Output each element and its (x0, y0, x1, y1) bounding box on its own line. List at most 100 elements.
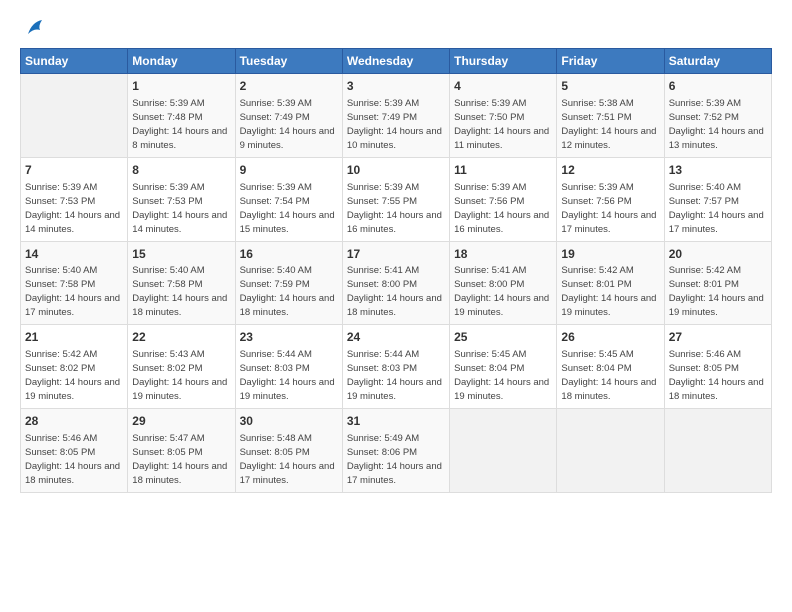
day-cell: 5 Sunrise: 5:38 AMSunset: 7:51 PMDaylight… (557, 74, 664, 158)
bird-icon (24, 16, 46, 44)
day-detail: Sunrise: 5:40 AMSunset: 7:58 PMDaylight:… (132, 265, 227, 318)
header-row: SundayMondayTuesdayWednesdayThursdayFrid… (21, 49, 772, 74)
day-cell: 9 Sunrise: 5:39 AMSunset: 7:54 PMDaylight… (235, 157, 342, 241)
day-number: 11 (454, 162, 552, 179)
day-cell: 25 Sunrise: 5:45 AMSunset: 8:04 PMDayligh… (450, 325, 557, 409)
header-cell-monday: Monday (128, 49, 235, 74)
header-cell-tuesday: Tuesday (235, 49, 342, 74)
day-detail: Sunrise: 5:40 AMSunset: 7:57 PMDaylight:… (669, 182, 764, 235)
day-number: 1 (132, 78, 230, 95)
header-cell-thursday: Thursday (450, 49, 557, 74)
day-cell: 12 Sunrise: 5:39 AMSunset: 7:56 PMDayligh… (557, 157, 664, 241)
day-cell: 13 Sunrise: 5:40 AMSunset: 7:57 PMDayligh… (664, 157, 771, 241)
header-cell-friday: Friday (557, 49, 664, 74)
day-number: 7 (25, 162, 123, 179)
day-number: 23 (240, 329, 338, 346)
day-number: 15 (132, 246, 230, 263)
day-cell: 19 Sunrise: 5:42 AMSunset: 8:01 PMDayligh… (557, 241, 664, 325)
day-number: 13 (669, 162, 767, 179)
day-detail: Sunrise: 5:43 AMSunset: 8:02 PMDaylight:… (132, 349, 227, 402)
day-cell: 14 Sunrise: 5:40 AMSunset: 7:58 PMDayligh… (21, 241, 128, 325)
day-cell: 26 Sunrise: 5:45 AMSunset: 8:04 PMDayligh… (557, 325, 664, 409)
week-row-1: 1Sunrise: 5:39 AMSunset: 7:48 PMDaylight… (21, 74, 772, 158)
day-cell: 30Sunrise: 5:48 AMSunset: 8:05 PMDayligh… (235, 409, 342, 493)
day-number: 19 (561, 246, 659, 263)
day-number: 22 (132, 329, 230, 346)
day-cell: 15 Sunrise: 5:40 AMSunset: 7:58 PMDayligh… (128, 241, 235, 325)
day-cell: 2Sunrise: 5:39 AMSunset: 7:49 PMDaylight… (235, 74, 342, 158)
day-cell: 7 Sunrise: 5:39 AMSunset: 7:53 PMDaylight… (21, 157, 128, 241)
day-detail: Sunrise: 5:39 AMSunset: 7:53 PMDaylight:… (25, 182, 120, 235)
day-cell: 20 Sunrise: 5:42 AMSunset: 8:01 PMDayligh… (664, 241, 771, 325)
day-detail: Sunrise: 5:39 AMSunset: 7:56 PMDaylight:… (561, 182, 656, 235)
day-detail: Sunrise: 5:40 AMSunset: 7:58 PMDaylight:… (25, 265, 120, 318)
day-cell: 16 Sunrise: 5:40 AMSunset: 7:59 PMDayligh… (235, 241, 342, 325)
day-detail: Sunrise: 5:42 AMSunset: 8:01 PMDaylight:… (669, 265, 764, 318)
day-number: 27 (669, 329, 767, 346)
day-number: 24 (347, 329, 445, 346)
day-detail: Sunrise: 5:40 AMSunset: 7:59 PMDaylight:… (240, 265, 335, 318)
day-detail: Sunrise: 5:45 AMSunset: 8:04 PMDaylight:… (454, 349, 549, 402)
day-detail: Sunrise: 5:39 AMSunset: 7:53 PMDaylight:… (132, 182, 227, 235)
day-detail: Sunrise: 5:42 AMSunset: 8:01 PMDaylight:… (561, 265, 656, 318)
day-detail: Sunrise: 5:49 AMSunset: 8:06 PMDaylight:… (347, 433, 442, 486)
day-number: 2 (240, 78, 338, 95)
day-number: 29 (132, 413, 230, 430)
day-number: 9 (240, 162, 338, 179)
day-cell: 8 Sunrise: 5:39 AMSunset: 7:53 PMDaylight… (128, 157, 235, 241)
day-cell: 28 Sunrise: 5:46 AMSunset: 8:05 PMDayligh… (21, 409, 128, 493)
day-cell: 23 Sunrise: 5:44 AMSunset: 8:03 PMDayligh… (235, 325, 342, 409)
day-cell: 17 Sunrise: 5:41 AMSunset: 8:00 PMDayligh… (342, 241, 449, 325)
day-cell: 3 Sunrise: 5:39 AMSunset: 7:49 PMDaylight… (342, 74, 449, 158)
day-cell: 27 Sunrise: 5:46 AMSunset: 8:05 PMDayligh… (664, 325, 771, 409)
day-number: 16 (240, 246, 338, 263)
day-number: 4 (454, 78, 552, 95)
day-number: 28 (25, 413, 123, 430)
day-number: 3 (347, 78, 445, 95)
day-detail: Sunrise: 5:41 AMSunset: 8:00 PMDaylight:… (347, 265, 442, 318)
day-cell: 29 Sunrise: 5:47 AMSunset: 8:05 PMDayligh… (128, 409, 235, 493)
day-cell: 18Sunrise: 5:41 AMSunset: 8:00 PMDayligh… (450, 241, 557, 325)
day-cell (557, 409, 664, 493)
week-row-3: 14 Sunrise: 5:40 AMSunset: 7:58 PMDayligh… (21, 241, 772, 325)
day-cell: 10 Sunrise: 5:39 AMSunset: 7:55 PMDayligh… (342, 157, 449, 241)
day-number: 8 (132, 162, 230, 179)
day-detail: Sunrise: 5:45 AMSunset: 8:04 PMDaylight:… (561, 349, 656, 402)
day-cell: 4 Sunrise: 5:39 AMSunset: 7:50 PMDaylight… (450, 74, 557, 158)
day-cell (21, 74, 128, 158)
day-cell: 6 Sunrise: 5:39 AMSunset: 7:52 PMDaylight… (664, 74, 771, 158)
day-detail: Sunrise: 5:44 AMSunset: 8:03 PMDaylight:… (240, 349, 335, 402)
day-number: 6 (669, 78, 767, 95)
day-detail: Sunrise: 5:39 AMSunset: 7:54 PMDaylight:… (240, 182, 335, 235)
day-number: 14 (25, 246, 123, 263)
day-detail: Sunrise: 5:39 AMSunset: 7:50 PMDaylight:… (454, 98, 549, 151)
header-cell-saturday: Saturday (664, 49, 771, 74)
day-cell (450, 409, 557, 493)
day-cell: 22 Sunrise: 5:43 AMSunset: 8:02 PMDayligh… (128, 325, 235, 409)
header (20, 16, 772, 44)
day-detail: Sunrise: 5:48 AMSunset: 8:05 PMDaylight:… (240, 433, 335, 486)
day-cell: 1Sunrise: 5:39 AMSunset: 7:48 PMDaylight… (128, 74, 235, 158)
day-detail: Sunrise: 5:39 AMSunset: 7:49 PMDaylight:… (347, 98, 442, 151)
day-cell: 24Sunrise: 5:44 AMSunset: 8:03 PMDayligh… (342, 325, 449, 409)
day-detail: Sunrise: 5:39 AMSunset: 7:56 PMDaylight:… (454, 182, 549, 235)
day-cell (664, 409, 771, 493)
week-row-2: 7 Sunrise: 5:39 AMSunset: 7:53 PMDaylight… (21, 157, 772, 241)
day-detail: Sunrise: 5:46 AMSunset: 8:05 PMDaylight:… (25, 433, 120, 486)
day-detail: Sunrise: 5:38 AMSunset: 7:51 PMDaylight:… (561, 98, 656, 151)
day-number: 25 (454, 329, 552, 346)
day-number: 20 (669, 246, 767, 263)
day-number: 26 (561, 329, 659, 346)
week-row-4: 21Sunrise: 5:42 AMSunset: 8:02 PMDayligh… (21, 325, 772, 409)
day-detail: Sunrise: 5:39 AMSunset: 7:52 PMDaylight:… (669, 98, 764, 151)
day-number: 10 (347, 162, 445, 179)
day-detail: Sunrise: 5:47 AMSunset: 8:05 PMDaylight:… (132, 433, 227, 486)
calendar-table: SundayMondayTuesdayWednesdayThursdayFrid… (20, 48, 772, 493)
day-detail: Sunrise: 5:41 AMSunset: 8:00 PMDaylight:… (454, 265, 549, 318)
day-detail: Sunrise: 5:39 AMSunset: 7:55 PMDaylight:… (347, 182, 442, 235)
day-number: 17 (347, 246, 445, 263)
day-detail: Sunrise: 5:46 AMSunset: 8:05 PMDaylight:… (669, 349, 764, 402)
day-number: 12 (561, 162, 659, 179)
day-number: 5 (561, 78, 659, 95)
logo (20, 16, 46, 44)
